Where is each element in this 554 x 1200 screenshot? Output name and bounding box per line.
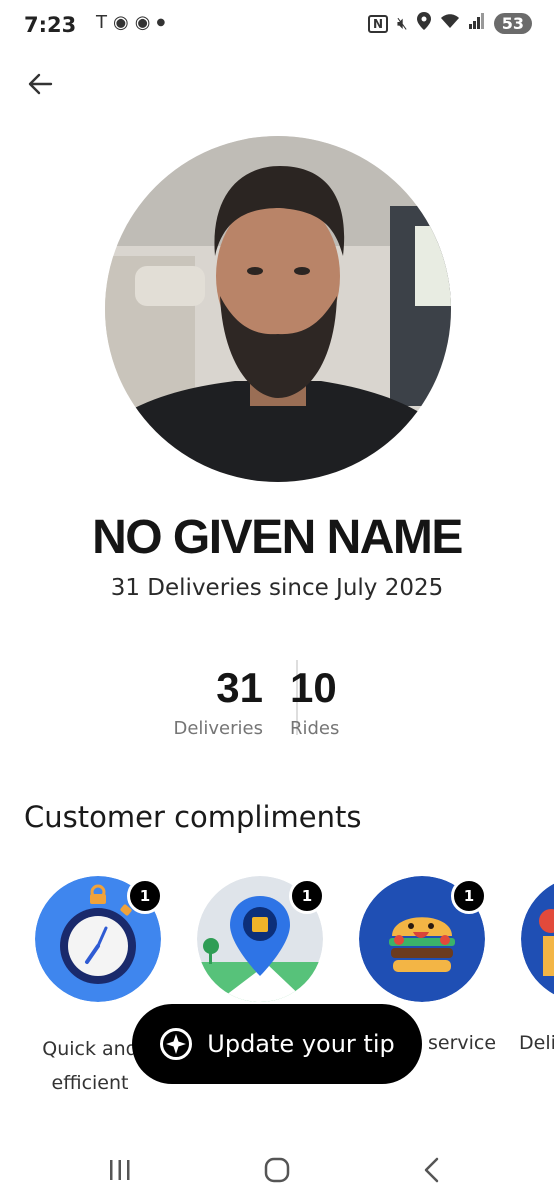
- stat-label: Rides: [290, 718, 340, 739]
- basketball-icon: ◉: [113, 12, 129, 33]
- location-icon: [416, 12, 431, 35]
- update-tip-button[interactable]: Update your tip: [132, 1004, 422, 1084]
- stat-deliveries: 31 Deliveries: [113, 660, 277, 739]
- compliment-count: 1: [289, 878, 325, 914]
- stats-row: 31 Deliveries 10 Rides: [0, 660, 554, 750]
- compliment-count: 1: [127, 878, 163, 914]
- stat-label: Deliveries: [173, 718, 263, 739]
- dot-icon: ●: [156, 17, 166, 28]
- recents-icon: [110, 1160, 130, 1180]
- mute-icon: 🔇︎: [397, 13, 408, 34]
- system-nav-bar: [0, 1140, 554, 1200]
- driver-name: NO GIVEN NAME: [92, 511, 463, 564]
- stat-value: 10: [290, 664, 337, 711]
- profile-photo: [105, 136, 451, 482]
- wifi-icon: [440, 13, 460, 34]
- home-icon: [264, 1157, 290, 1183]
- compliment-label: service: [428, 1032, 497, 1054]
- delivery-summary: 31 Deliveries since July 2025: [110, 575, 444, 601]
- status-bar: 7:23 T ◉ ◉ ● N 🔇︎ 53: [0, 0, 554, 56]
- notification-icons: T ◉ ◉ ●: [96, 12, 165, 33]
- compliment-label: Quick and efficient: [42, 1038, 138, 1094]
- basketball-icon-2: ◉: [134, 12, 151, 33]
- compliment-quick-efficient[interactable]: 1: [35, 876, 165, 1006]
- compass-star-icon: [160, 1028, 193, 1060]
- signal-icon: [468, 13, 485, 34]
- home-button[interactable]: [257, 1152, 297, 1188]
- compliment-navigation[interactable]: 1: [197, 876, 327, 1006]
- delivery-icon: [521, 876, 554, 1002]
- stat-value: 31: [216, 664, 263, 711]
- stat-rides: 10 Rides: [277, 660, 440, 739]
- back-button[interactable]: [20, 66, 60, 102]
- compliment-service[interactable]: 1: [359, 876, 489, 1006]
- system-icons: N 🔇︎ 53: [367, 12, 532, 35]
- update-tip-label: Update your tip: [207, 1030, 395, 1058]
- arrow-left-icon: [28, 73, 53, 95]
- tesla-icon: T: [96, 12, 107, 33]
- battery-indicator: 53: [493, 13, 532, 34]
- nfc-icon: N: [367, 14, 389, 33]
- recents-button[interactable]: [100, 1152, 140, 1188]
- compliment-label: Deli: [519, 1032, 554, 1054]
- chevron-left-icon: [424, 1157, 439, 1183]
- compliment-delivery[interactable]: [521, 876, 554, 1006]
- compliment-count: 1: [451, 878, 487, 914]
- section-title: Customer compliments: [24, 800, 362, 834]
- status-time: 7:23: [24, 13, 77, 37]
- back-nav-button[interactable]: [412, 1152, 452, 1188]
